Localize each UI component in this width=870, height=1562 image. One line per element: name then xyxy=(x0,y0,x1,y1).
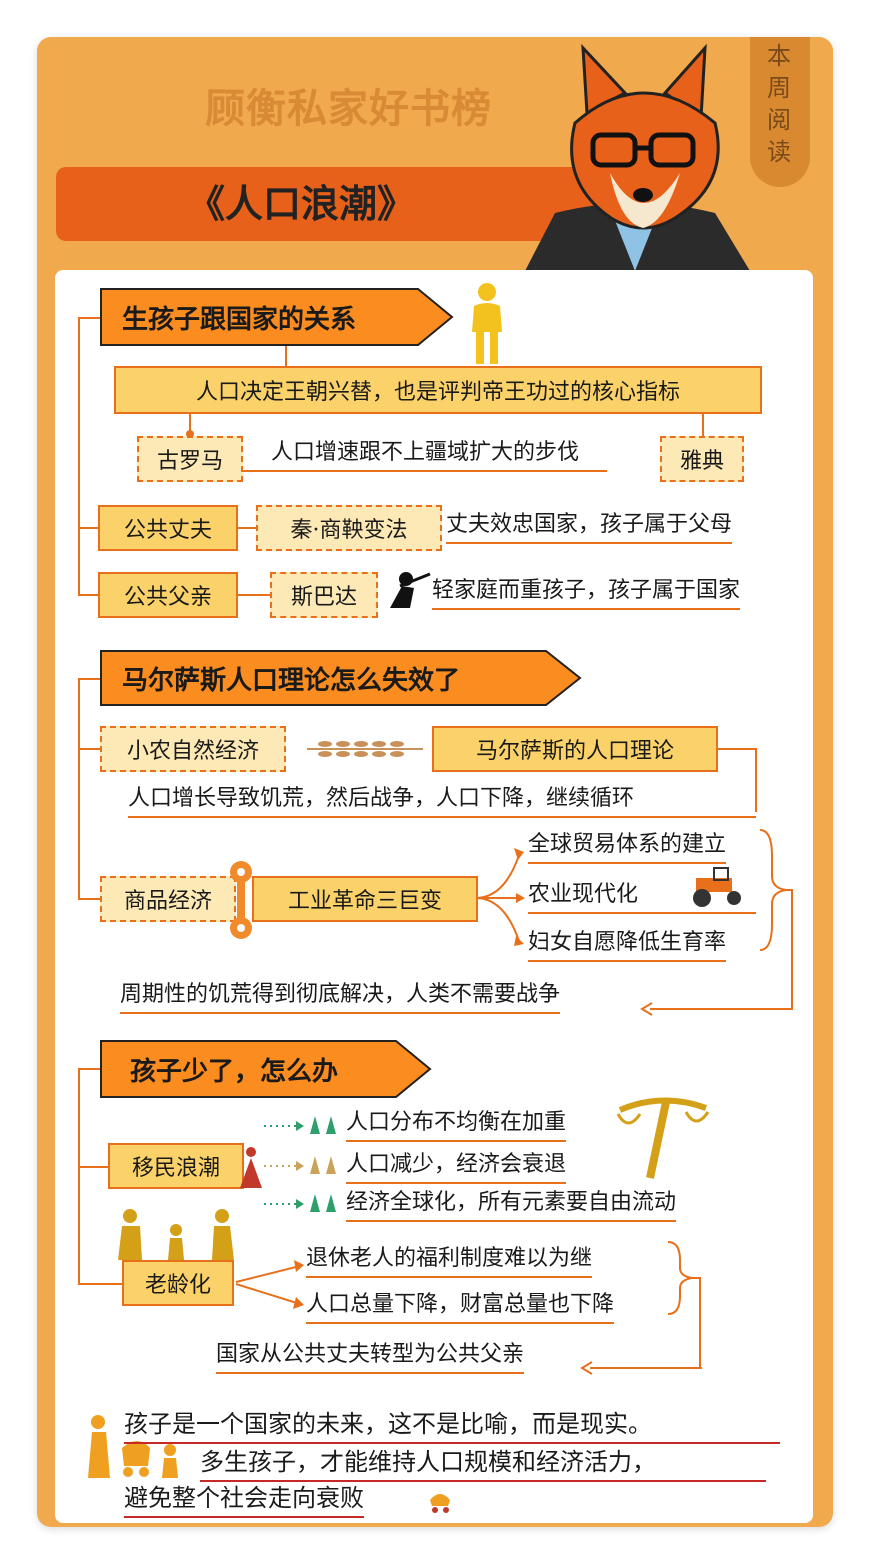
aging-item-2: 人口总量下降，财富总量也下降 xyxy=(306,1292,615,1324)
migrant-figure-icon xyxy=(240,1147,262,1188)
section2-banner: 马尔萨斯人口理论怎么失效了 xyxy=(100,650,582,706)
s2-result-text: 周期性的饥荒得到彻底解决，人类不需要战争 xyxy=(120,982,561,1014)
s2-trunk xyxy=(78,678,80,898)
tractor-icon xyxy=(693,867,741,907)
s3-bracket xyxy=(667,1241,701,1368)
s1-athens-line xyxy=(702,414,704,436)
section3-title: 孩子少了，怎么办 xyxy=(130,1056,339,1087)
migration-item-3: 经济全球化，所有元素要自由流动 xyxy=(346,1190,677,1222)
footer-line-3: 避免整个社会走向衰败 xyxy=(124,1484,364,1518)
public-husband-box: 公共丈夫 xyxy=(98,505,238,551)
s2-commodity-branch xyxy=(78,898,100,900)
migration-item-2: 人口减少，经济会衰退 xyxy=(346,1152,567,1184)
s2-result-arrow xyxy=(640,1002,653,1016)
footer-line-1: 孩子是一个国家的未来，这不是比喻，而是现实。 xyxy=(124,1410,780,1444)
commodity-economy-box: 商品经济 xyxy=(100,876,236,922)
migration-wave-box: 移民浪潮 xyxy=(108,1143,244,1189)
malthus-cycle-text: 人口增长导致饥荒，然后战争，人口下降，继续循环 xyxy=(128,786,756,818)
s1-trunk-top xyxy=(78,317,100,319)
fan-arrows xyxy=(477,848,525,946)
section1-banner: 生孩子跟国家的关系 xyxy=(100,288,454,346)
family-icon xyxy=(472,283,502,364)
change-global-trade: 全球贸易体系的建立 xyxy=(528,832,727,864)
section3-banner: 孩子少了，怎么办 xyxy=(100,1040,432,1098)
malthus-theory-box: 马尔萨斯的人口理论 xyxy=(432,726,718,772)
ancient-rome-box: 古罗马 xyxy=(137,436,243,482)
footer-line-2: 多生孩子，才能维持人口规模和经济活力， xyxy=(200,1448,766,1482)
book-title: 《人口浪潮》 xyxy=(187,181,416,226)
s1-trunk xyxy=(78,317,80,595)
s1-rome-line xyxy=(189,414,191,436)
s1-husband-branch xyxy=(78,527,100,529)
s3-aging-branch xyxy=(78,1283,122,1285)
population-dynasty-box: 人口决定王朝兴替，也是评判帝王功过的核心指标 xyxy=(114,366,762,414)
aging-box: 老龄化 xyxy=(122,1260,234,1306)
sparta-box: 斯巴达 xyxy=(270,572,378,618)
s2-malthus-out xyxy=(718,748,756,750)
dotted-arrows xyxy=(264,1116,336,1212)
aging-item-1: 退休老人的福利制度难以为继 xyxy=(306,1246,593,1278)
gear-chain-icon xyxy=(230,861,252,939)
s2-trunk-top xyxy=(78,678,100,680)
s1-connector xyxy=(285,346,287,368)
weekly-reading-tag: 本 周 阅 读 xyxy=(750,37,810,187)
stroller-icon xyxy=(430,1494,450,1513)
aging-arrows xyxy=(235,1260,304,1309)
tag-char-1: 本 xyxy=(767,42,791,70)
s2-bracket xyxy=(759,829,793,1010)
wheat-icon xyxy=(307,741,423,757)
qin-text: 丈夫效忠国家，孩子属于父母 xyxy=(446,512,733,544)
s3-result-text: 国家从公共丈夫转型为公共父亲 xyxy=(216,1342,525,1374)
s3-result-line xyxy=(590,1367,702,1369)
s2-farm-branch xyxy=(78,748,100,750)
small-farm-economy-box: 小农自然经济 xyxy=(100,726,286,772)
tag-char-4: 读 xyxy=(767,138,791,166)
s1-sparta-line xyxy=(238,594,270,596)
industrial-revolution-box: 工业革命三巨变 xyxy=(252,876,478,922)
s1-qin-line xyxy=(238,527,256,529)
elderly-family-icon xyxy=(118,1209,234,1260)
s3-trunk xyxy=(78,1068,80,1284)
tag-char-2: 周 xyxy=(767,74,791,102)
change-women-fertility: 妇女自愿降低生育率 xyxy=(528,930,727,962)
balance-scale-icon xyxy=(616,1097,710,1179)
qin-reform-box: 秦·商鞅变法 xyxy=(256,505,442,551)
spartan-warrior-icon xyxy=(390,572,431,608)
rome-text: 人口增速跟不上疆域扩大的步伐 xyxy=(243,440,608,472)
athens-box: 雅典 xyxy=(660,436,744,482)
s2-result-line xyxy=(650,1008,792,1010)
s1-father-branch xyxy=(78,594,100,596)
migration-item-1: 人口分布不均衡在加重 xyxy=(346,1110,567,1142)
s3-result-arrow xyxy=(580,1361,593,1375)
fox-mascot-illustration xyxy=(525,43,750,271)
poster-title: 顾衡私家好书榜 xyxy=(205,86,492,132)
s3-migration-branch xyxy=(78,1166,108,1168)
tag-char-3: 阅 xyxy=(767,106,791,134)
section2-title: 马尔萨斯人口理论怎么失效了 xyxy=(122,665,461,696)
s3-trunk-top xyxy=(78,1068,100,1070)
sparta-text: 轻家庭而重孩子，孩子属于国家 xyxy=(432,578,741,610)
section1-title: 生孩子跟国家的关系 xyxy=(122,304,357,335)
public-father-box: 公共父亲 xyxy=(98,572,238,618)
